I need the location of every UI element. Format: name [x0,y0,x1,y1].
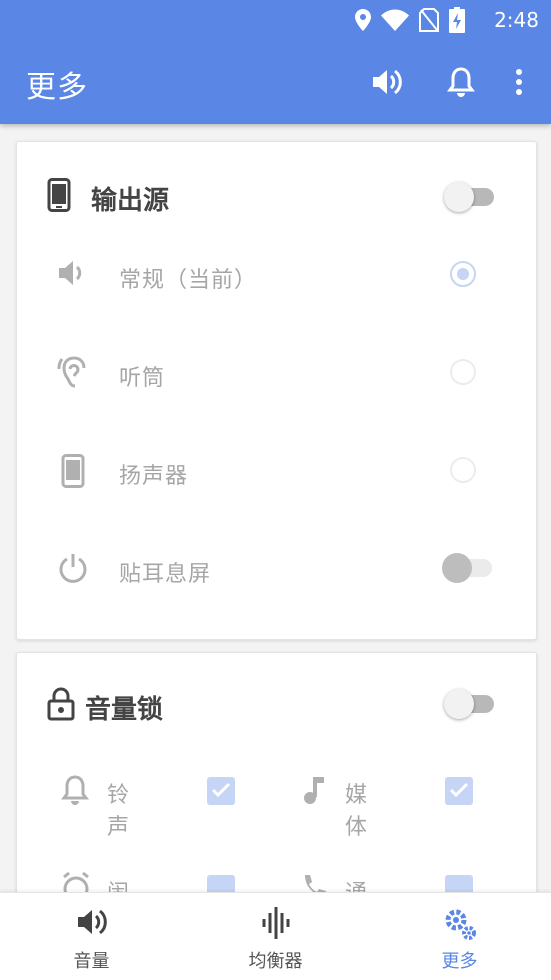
output-source-card: 输出源 常规（当前） 听筒 扬声器 贴耳息屏 [16,141,537,640]
status-time: 2:48 [494,8,539,32]
nav-label: 更多 [441,951,478,972]
proximity-toggle[interactable] [442,553,494,583]
checkbox-ringtone[interactable] [207,777,235,805]
location-icon [355,9,371,31]
nav-item-more[interactable]: 更多 [368,893,551,980]
battery-charging-icon [449,7,465,33]
alarm-icon [63,871,89,892]
volume-lock-title: 音量锁 [85,695,164,725]
overflow-menu-button[interactable] [505,62,533,102]
radio-earpiece[interactable] [450,359,476,385]
output-option-label: 扬声器 [119,464,189,489]
output-option-label: 听筒 [119,366,166,391]
notification-button[interactable] [441,62,481,102]
ear-icon [57,356,86,388]
lock-icon [47,687,75,721]
bell-icon [61,775,89,805]
output-source-title: 输出源 [91,186,170,216]
bottom-navigation: 音量 均衡器 更多 [0,892,551,980]
volume-icon [373,69,402,95]
checkbox-media[interactable] [445,777,473,805]
volume-lock-toggle[interactable] [444,689,496,719]
status-icons [355,7,465,33]
music-note-icon [304,777,324,804]
nav-label: 音量 [73,951,110,972]
power-icon [59,554,87,583]
no-sim-icon [419,8,439,32]
page-title: 更多 [26,70,88,105]
proximity-label: 贴耳息屏 [119,562,212,587]
proximity-screen-off-row[interactable]: 贴耳息屏 [17,550,536,590]
phone-call-icon [305,875,326,892]
phone-icon [47,178,71,212]
check-icon [211,782,231,798]
lock-item-label: 通话 [345,875,368,892]
wifi-icon [381,9,409,31]
lock-item-label: 铃声 [107,783,131,840]
output-source-header: 输出源 [17,178,536,218]
nav-item-equalizer[interactable]: 均衡器 [184,893,367,980]
nav-item-volume[interactable]: 音量 [0,893,183,980]
content-area[interactable]: 输出源 常规（当前） 听筒 扬声器 贴耳息屏 音量锁 铃声 媒体 [0,124,551,892]
checkbox-call[interactable] [445,875,473,892]
nav-label: 均衡器 [248,951,303,972]
output-option-earpiece[interactable]: 听筒 [17,354,536,394]
check-icon [449,782,469,798]
phone-icon [61,454,85,488]
output-option-label: 常规（当前） [119,268,258,293]
volume-button[interactable] [367,62,407,102]
radio-speaker[interactable] [450,457,476,483]
lock-item-label: 闹钟 [107,875,130,892]
radio-normal[interactable] [450,261,476,287]
app-bar: 2:48 更多 [0,0,551,124]
volume-lock-header: 音量锁 [17,687,536,727]
volume-icon [77,909,107,935]
more-vert-icon [516,69,522,95]
appbar-actions [367,62,533,102]
output-option-speaker[interactable]: 扬声器 [17,452,536,492]
equalizer-icon [262,907,289,939]
bell-icon [447,67,475,97]
lock-item-label: 媒体 [345,783,369,840]
output-source-toggle[interactable] [444,182,496,212]
volume-lock-card: 音量锁 铃声 媒体 闹钟 通话 [16,652,537,892]
speaker-icon [59,261,82,285]
gears-icon [445,909,476,940]
status-bar: 2:48 [0,0,551,40]
output-option-normal[interactable]: 常规（当前） [17,256,536,296]
checkbox-alarm[interactable] [207,875,235,892]
